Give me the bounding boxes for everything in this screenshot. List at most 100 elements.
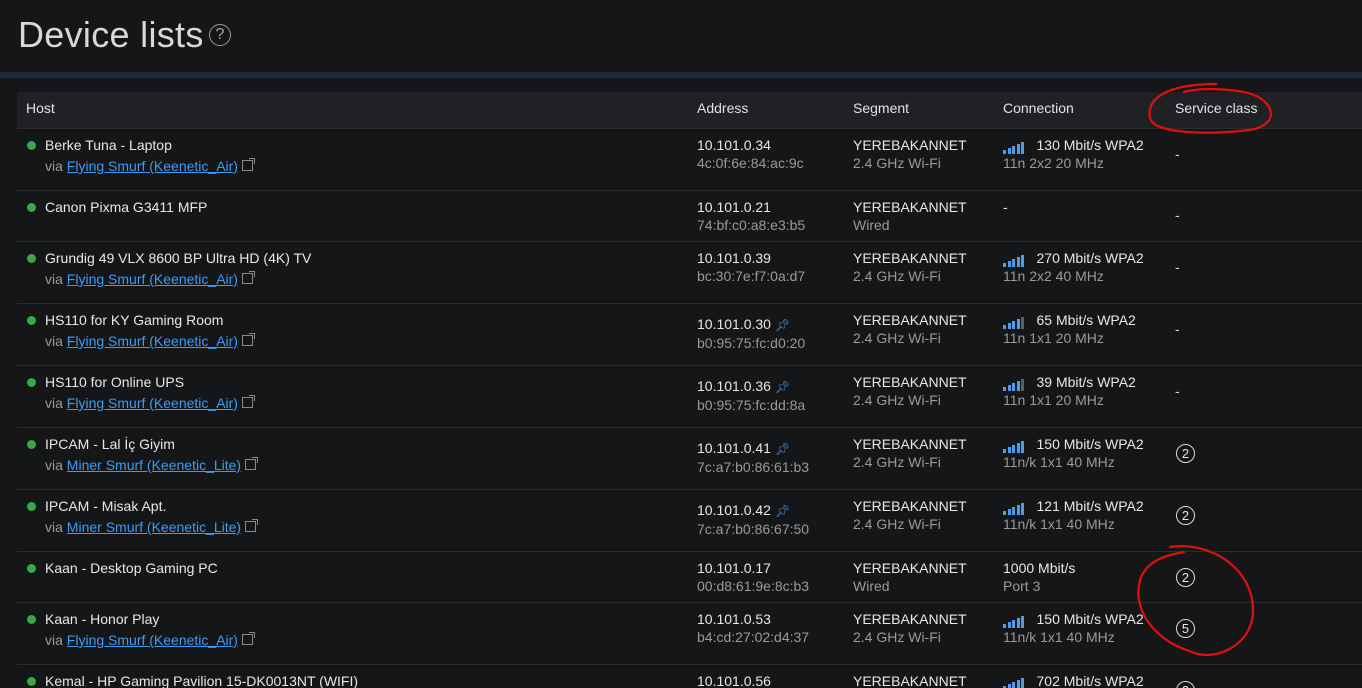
service-class-value[interactable]: - (1175, 146, 1180, 162)
via-link[interactable]: Flying Smurf (Keenetic_Air) (67, 271, 238, 287)
address-ip: 10.101.0.41 📌︎ (697, 440, 790, 456)
connection-main: 270 Mbit/s WPA2 (1003, 250, 1144, 267)
segment-name: YEREBAKANNET (853, 498, 967, 514)
external-link-icon[interactable] (241, 395, 255, 408)
host-name[interactable]: Kemal - HP Gaming Pavilion 15-DK0013NT (… (45, 673, 358, 688)
host-via: via Flying Smurf (Keenetic_Air) (45, 271, 255, 287)
table-row[interactable]: Berke Tuna - Laptop via Flying Smurf (Kee… (17, 129, 1362, 191)
address-ip: 10.101.0.56 (697, 673, 771, 688)
host-name[interactable]: IPCAM - Misak Apt. (45, 498, 166, 514)
host-name[interactable]: HS110 for Online UPS (45, 374, 184, 390)
segment-name: YEREBAKANNET (853, 199, 967, 215)
pin-icon: 📌︎ (774, 380, 791, 394)
host-name[interactable]: HS110 for KY Gaming Room (45, 312, 223, 328)
via-link[interactable]: Miner Smurf (Keenetic_Lite) (67, 519, 241, 535)
address-ip: 10.101.0.17 (697, 560, 771, 576)
table-row[interactable]: Canon Pixma G3411 MFP 10.101.0.21 74:bf:c0… (17, 191, 1362, 242)
via-prefix: via (45, 632, 63, 648)
service-class-badge[interactable]: 2 (1176, 444, 1195, 463)
signal-strength-icon (1003, 251, 1026, 267)
host-name[interactable]: IPCAM - Lal İç Giyim (45, 436, 175, 452)
service-class-badge[interactable]: 2 (1176, 506, 1195, 525)
external-link-icon[interactable] (241, 632, 255, 645)
via-prefix: via (45, 158, 63, 174)
host-name[interactable]: Canon Pixma G3411 MFP (45, 199, 207, 215)
host-via: via Miner Smurf (Keenetic_Lite) (45, 519, 259, 535)
via-link[interactable]: Flying Smurf (Keenetic_Air) (67, 158, 238, 174)
service-class-value[interactable]: - (1175, 383, 1180, 399)
host-name[interactable]: Kaan - Honor Play (45, 611, 159, 627)
signal-strength-icon (1003, 674, 1026, 688)
column-connection[interactable]: Connection (1003, 100, 1074, 116)
table-row[interactable]: HS110 for KY Gaming Room via Flying Smurf… (17, 304, 1362, 366)
status-online-icon (27, 564, 36, 573)
status-online-icon (27, 677, 36, 686)
external-link-icon[interactable] (241, 158, 255, 171)
table-row[interactable]: Kaan - Desktop Gaming PC 10.101.0.17 00:d8… (17, 552, 1362, 603)
external-link-icon[interactable] (245, 457, 259, 470)
connection-rate: 39 Mbit/s WPA2 (1036, 374, 1136, 390)
ip-value: 10.101.0.42 (697, 502, 771, 518)
help-icon[interactable]: ? (209, 24, 231, 46)
via-link[interactable]: Flying Smurf (Keenetic_Air) (67, 632, 238, 648)
ip-value: 10.101.0.39 (697, 250, 771, 266)
external-link-icon[interactable] (245, 519, 259, 532)
table-row[interactable]: IPCAM - Misak Apt. via Miner Smurf (Keene… (17, 490, 1362, 552)
column-service-class[interactable]: Service class (1175, 100, 1257, 116)
status-online-icon (27, 378, 36, 387)
host-name[interactable]: Berke Tuna - Laptop (45, 137, 172, 153)
page-title: Device lists (18, 14, 204, 55)
segment-type: 2.4 GHz Wi-Fi (853, 516, 941, 532)
host-via: via Flying Smurf (Keenetic_Air) (45, 395, 255, 411)
ip-value: 10.101.0.41 (697, 440, 771, 456)
connection-detail: 11n 2x2 40 MHz (1003, 268, 1104, 284)
external-link-icon[interactable] (241, 333, 255, 346)
host-via: via Flying Smurf (Keenetic_Air) (45, 158, 255, 174)
connection-rate: 121 Mbit/s WPA2 (1036, 498, 1144, 514)
connection-rate: 65 Mbit/s WPA2 (1036, 312, 1136, 328)
service-class-badge[interactable]: 5 (1176, 619, 1195, 638)
service-class-badge[interactable]: 2 (1176, 681, 1195, 688)
service-class-value[interactable]: - (1175, 207, 1180, 223)
address-ip: 10.101.0.36 📌︎ (697, 378, 790, 394)
service-class-badge[interactable]: 2 (1176, 568, 1195, 587)
ip-value: 10.101.0.34 (697, 137, 771, 153)
host-name[interactable]: Grundig 49 VLX 8600 BP Ultra HD (4K) TV (45, 250, 311, 266)
connection-detail: 11n/k 1x1 40 MHz (1003, 454, 1115, 470)
table-body: Berke Tuna - Laptop via Flying Smurf (Kee… (17, 129, 1362, 688)
column-host[interactable]: Host (26, 100, 55, 116)
segment-name: YEREBAKANNET (853, 673, 967, 688)
external-link-icon[interactable] (241, 271, 255, 284)
address-mac: b0:95:75:fc:d0:20 (697, 335, 806, 351)
table-row[interactable]: Kemal - HP Gaming Pavilion 15-DK0013NT (… (17, 665, 1362, 688)
host-name[interactable]: Kaan - Desktop Gaming PC (45, 560, 218, 576)
via-link[interactable]: Flying Smurf (Keenetic_Air) (67, 333, 238, 349)
status-online-icon (27, 440, 36, 449)
via-prefix: via (45, 333, 63, 349)
table-row[interactable]: Kaan - Honor Play via Flying Smurf (Keene… (17, 603, 1362, 665)
segment-type: 2.4 GHz Wi-Fi (853, 268, 941, 284)
connection-main: 1000 Mbit/s (1003, 560, 1075, 576)
address-mac: bc:30:7e:f7:0a:d7 (697, 268, 806, 284)
connection-detail: 11n/k 1x1 40 MHz (1003, 629, 1115, 645)
table-row[interactable]: Grundig 49 VLX 8600 BP Ultra HD (4K) TV v… (17, 242, 1362, 304)
signal-strength-icon (1003, 499, 1026, 515)
table-row[interactable]: IPCAM - Lal İç Giyim via Miner Smurf (Kee… (17, 428, 1362, 490)
ip-value: 10.101.0.30 (697, 316, 771, 332)
status-online-icon (27, 502, 36, 511)
table-header: Host Address Segment Connection Service … (17, 92, 1362, 129)
address-mac: 7c:a7:b0:86:67:50 (697, 521, 810, 537)
connection-main: 702 Mbit/s WPA2 (1003, 673, 1144, 688)
service-class-value[interactable]: - (1175, 321, 1180, 337)
service-class-value[interactable]: - (1175, 259, 1180, 275)
column-address[interactable]: Address (697, 100, 748, 116)
table-row[interactable]: HS110 for Online UPS via Flying Smurf (Ke… (17, 366, 1362, 428)
via-link[interactable]: Flying Smurf (Keenetic_Air) (67, 395, 238, 411)
pin-icon: 📌︎ (774, 318, 791, 332)
connection-main: 121 Mbit/s WPA2 (1003, 498, 1144, 515)
via-link[interactable]: Miner Smurf (Keenetic_Lite) (67, 457, 241, 473)
connection-main: 130 Mbit/s WPA2 (1003, 137, 1144, 154)
signal-strength-icon (1003, 375, 1026, 391)
address-ip: 10.101.0.30 📌︎ (697, 316, 790, 332)
column-segment[interactable]: Segment (853, 100, 909, 116)
